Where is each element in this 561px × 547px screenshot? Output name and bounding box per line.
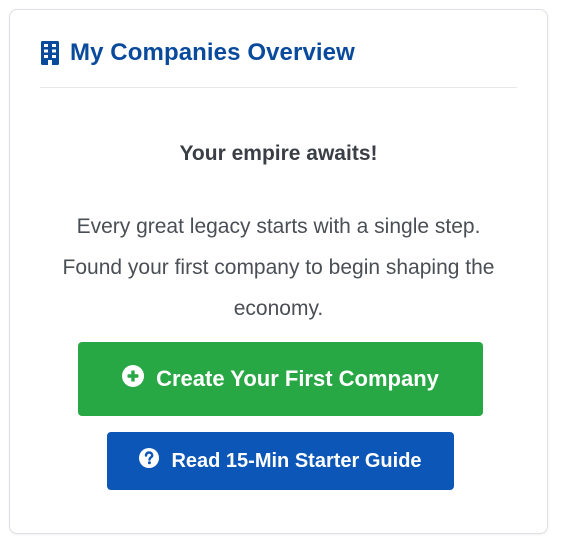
- header-divider: [40, 87, 517, 88]
- card-title: My Companies Overview: [70, 39, 355, 66]
- building-icon: [40, 41, 60, 65]
- empty-state-headline: Your empire awaits!: [179, 142, 378, 165]
- guide-button-label: Read 15-Min Starter Guide: [171, 449, 422, 472]
- question-circle-icon: [139, 448, 160, 474]
- empty-state-description: Every great legacy starts with a single …: [62, 215, 495, 320]
- card-header: My Companies Overview: [40, 38, 517, 68]
- companies-overview-card: My Companies Overview Your empire awaits…: [9, 9, 548, 534]
- plus-circle-icon: [122, 365, 145, 393]
- create-button-label: Create Your First Company: [156, 366, 439, 391]
- create-first-company-button[interactable]: Create Your First Company: [78, 342, 483, 416]
- starter-guide-button[interactable]: Read 15-Min Starter Guide: [107, 432, 454, 490]
